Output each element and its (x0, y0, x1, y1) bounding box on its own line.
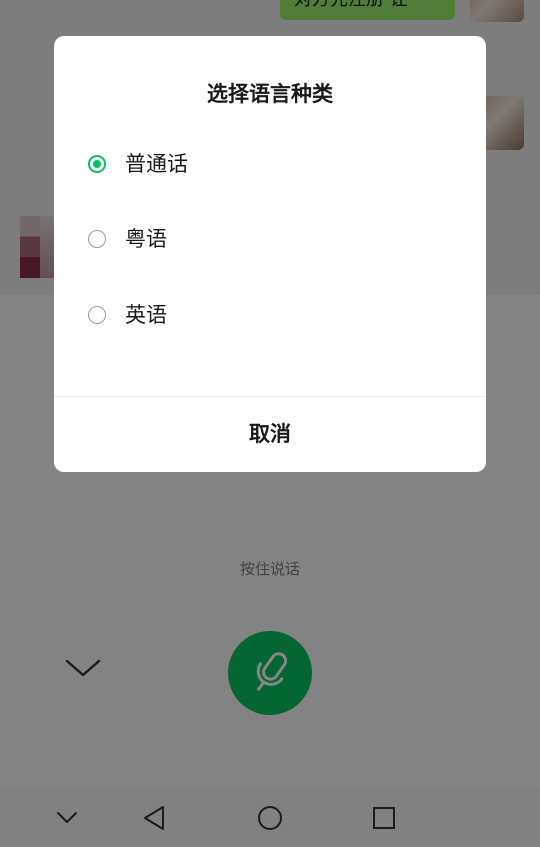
option-label: 粤语 (125, 227, 167, 251)
radio-unchecked-icon[interactable] (88, 306, 106, 324)
option-label: 普通话 (125, 152, 188, 176)
radio-checked-icon[interactable] (88, 155, 106, 173)
option-cantonese[interactable]: 粤语 (88, 222, 448, 262)
language-select-dialog: 选择语言种类 普通话 粤语 英语 取消 (54, 36, 486, 472)
radio-unchecked-icon[interactable] (88, 230, 106, 248)
cancel-button[interactable]: 取消 (54, 397, 486, 472)
option-english[interactable]: 英语 (88, 298, 448, 338)
option-label: 英语 (125, 303, 167, 327)
dialog-title: 选择语言种类 (207, 82, 333, 106)
option-mandarin[interactable]: 普通话 (88, 147, 448, 187)
